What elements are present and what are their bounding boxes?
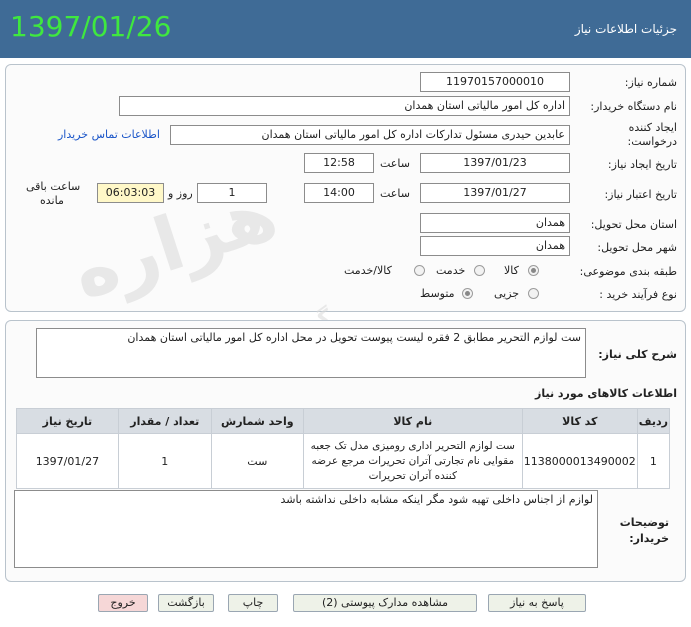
cell-name: ست لوازم التحریر اداری رومیزی مدل تک جعب… <box>302 433 523 489</box>
items-title: اطلاعات کالاهای مورد نیاز <box>535 387 677 400</box>
buyer-label: نام دستگاه خریدار: <box>590 100 677 113</box>
buyer-notes-label-line1: توضیحات <box>619 516 669 529</box>
created-date-field: 1397/01/23 <box>420 153 570 173</box>
remaining-days-field: 1 <box>197 183 267 203</box>
requester-field: عابدین حیدری مسئول تدارکات اداره کل امور… <box>170 125 570 145</box>
requester-label-line1: ایجاد کننده <box>628 121 677 134</box>
city-label: شهر محل تحویل: <box>597 241 677 254</box>
buyer-notes-text: لوازم از اجناس داخلی تهیه شود مگر اینکه … <box>14 490 598 568</box>
cell-unit: ست <box>210 433 304 489</box>
attachments-button[interactable]: مشاهده مدارک پیوستی (2) <box>293 594 477 612</box>
reply-button[interactable]: پاسخ به نیاز <box>488 594 586 612</box>
category-goods-label: کالا <box>504 264 519 277</box>
items-table-header: ردیف کد کالا نام کالا واحد شمارش تعداد /… <box>16 408 671 434</box>
print-button[interactable]: چاپ <box>228 594 278 612</box>
created-time-label: ساعت <box>380 157 410 170</box>
buyer-contact-link[interactable]: اطلاعات تماس خریدار <box>58 128 160 141</box>
col-unit: واحد شمارش <box>210 408 304 434</box>
buyer-field: اداره کل امور مالیاتی استان همدان <box>119 96 570 116</box>
need-number-field: 1197015700001​0 <box>420 72 570 92</box>
province-field: همدان <box>420 213 570 233</box>
province-label: استان محل تحویل: <box>590 218 677 231</box>
remaining-days-label: روز و <box>168 187 193 200</box>
need-number-label: شماره نیاز: <box>624 76 677 89</box>
col-date: تاریخ نیاز <box>16 408 119 434</box>
process-minor-label: جزیی <box>494 287 520 300</box>
page-title: جزئیات اطلاعات نیاز <box>574 22 677 36</box>
category-goods-radio[interactable] <box>528 265 539 276</box>
col-code: کد کالا <box>521 408 638 434</box>
category-service-radio[interactable] <box>474 265 485 276</box>
requester-label-line2: درخواست: <box>627 135 677 148</box>
validity-time-field: 14:00 <box>304 183 374 203</box>
created-date-label: تاریخ ایجاد نیاز: <box>607 158 677 171</box>
cell-date: 1397/01/27 <box>16 433 119 489</box>
category-goods-service-label: کالا/خدمت <box>344 264 392 277</box>
summary-label: شرح کلی نیاز: <box>598 348 677 361</box>
process-minor-radio[interactable] <box>528 288 539 299</box>
created-time-field: 12:58 <box>304 153 374 173</box>
process-medium-label: متوسط <box>420 287 455 300</box>
exit-button[interactable]: خروج <box>98 594 148 612</box>
process-label: نوع فرآیند خرید : <box>599 288 677 301</box>
back-button[interactable]: بازگشت <box>158 594 214 612</box>
cell-row: 1 <box>636 433 671 489</box>
validity-date-label: تاریخ اعتبار نیاز: <box>604 188 677 201</box>
cell-code: 1138000013490002 <box>521 433 638 489</box>
remaining-label-line1: ساعت باقی <box>26 180 81 193</box>
validity-date-field: 1397/01/27 <box>420 183 570 203</box>
col-qty: تعداد / مقدار <box>117 408 212 434</box>
buyer-notes-label-line2: خریدار: <box>629 532 669 545</box>
remaining-label-line2: مانده <box>40 194 64 207</box>
remaining-time-field: 06:03:03 <box>97 183 164 203</box>
category-service-label: خدمت <box>436 264 466 277</box>
process-medium-radio[interactable] <box>462 288 473 299</box>
table-row: 1 1138000013490002 ست لوازم التحریر ادار… <box>16 433 671 489</box>
items-table: ردیف کد کالا نام کالا واحد شمارش تعداد /… <box>16 408 671 489</box>
cell-qty: 1 <box>117 433 212 489</box>
summary-text: ست لوازم التحریر مطابق 2 فقره لیست پیوست… <box>36 328 586 378</box>
col-name: نام کالا <box>302 408 523 434</box>
category-goods-service-radio[interactable] <box>414 265 425 276</box>
header-date: 1397/01/26 <box>10 10 172 43</box>
validity-time-label: ساعت <box>380 187 410 200</box>
col-row: ردیف <box>636 408 671 434</box>
city-field: همدان <box>420 236 570 256</box>
category-label: طبقه بندی موضوعی: <box>579 265 677 278</box>
